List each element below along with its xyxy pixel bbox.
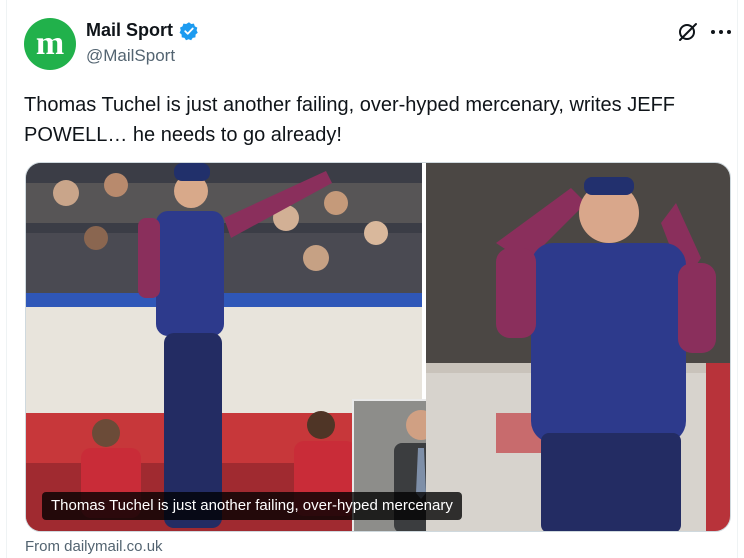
author-name[interactable]: Mail Sport bbox=[86, 20, 173, 41]
grok-icon[interactable] bbox=[676, 20, 700, 44]
link-card-source[interactable]: From dailymail.co.uk bbox=[25, 538, 163, 555]
avatar[interactable]: m bbox=[24, 18, 76, 70]
article-photo-collage bbox=[26, 163, 730, 531]
verified-badge-icon bbox=[179, 21, 198, 40]
left-photo bbox=[26, 163, 490, 531]
author-name-row[interactable]: Mail Sport bbox=[86, 20, 199, 41]
right-photo bbox=[426, 163, 730, 531]
svg-text:m: m bbox=[36, 25, 64, 62]
link-card-image[interactable] bbox=[25, 162, 731, 532]
mail-sport-logo: m bbox=[36, 25, 64, 62]
more-options-icon[interactable] bbox=[710, 26, 732, 38]
author-handle[interactable]: @MailSport bbox=[86, 46, 175, 66]
tweet-text: Thomas Tuchel is just another failing, o… bbox=[24, 94, 675, 146]
link-card-caption[interactable]: Thomas Tuchel is just another failing, o… bbox=[42, 492, 462, 520]
